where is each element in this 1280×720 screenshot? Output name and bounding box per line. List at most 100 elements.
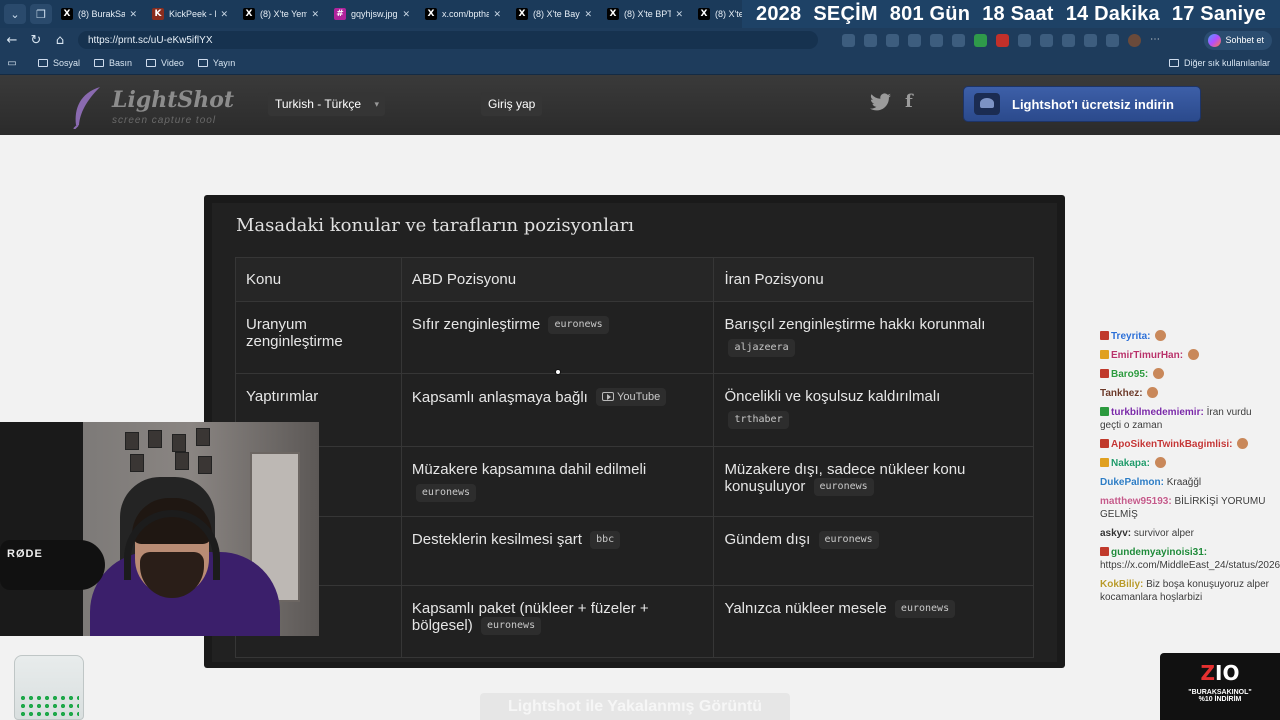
chat-username[interactable]: Tankhez: bbox=[1100, 388, 1143, 399]
source-tag[interactable]: euronews bbox=[818, 531, 879, 549]
tab-title: (8) BurakSakino bbox=[78, 9, 126, 19]
chat-username[interactable]: EmirTimurHan: bbox=[1111, 350, 1183, 361]
split-screen-icon[interactable] bbox=[1040, 33, 1053, 47]
topic-text: Yaptırımlar bbox=[246, 388, 319, 405]
source-tag[interactable]: bbc bbox=[590, 531, 621, 549]
chat-username[interactable]: Baro95: bbox=[1111, 369, 1148, 380]
extension-icon[interactable] bbox=[996, 33, 1009, 47]
browser-tab[interactable]: X (8) X'te Bayrak ✕ bbox=[510, 3, 598, 25]
table-row: FormatıKapsamlı paket (nükleer + füzeler… bbox=[235, 585, 1034, 658]
bookmark-folder-video[interactable]: Video bbox=[146, 58, 184, 68]
browser-tab[interactable]: X (8) X'te BPT: "B✕ bbox=[601, 3, 689, 25]
close-tab-icon[interactable]: ✕ bbox=[220, 9, 228, 20]
cell-iran: Öncelikli ve koşulsuz kaldırılmalı trthab… bbox=[713, 373, 1034, 447]
source-tag[interactable]: trthaber bbox=[728, 411, 789, 429]
extension-icon[interactable] bbox=[842, 33, 855, 47]
bookmarks-bar: ▭ Sosyal Basın Video Yayın Diğer sık kul… bbox=[0, 52, 1280, 75]
extension-icon[interactable] bbox=[930, 33, 943, 47]
tab-favicon-icon: X bbox=[516, 8, 528, 20]
twitter-icon[interactable] bbox=[870, 93, 892, 111]
browser-tab[interactable]: X (8) X'te Yemek✕ bbox=[237, 3, 325, 25]
bookmarks-menu-icon[interactable]: ▭ bbox=[0, 58, 24, 69]
source-tag[interactable]: euronews bbox=[548, 316, 609, 334]
usa-text: Müzakere kapsamına dahil edilmeli bbox=[411, 461, 647, 478]
collections-icon[interactable] bbox=[1106, 33, 1119, 47]
play-icon bbox=[602, 392, 614, 401]
chat-username[interactable]: Nakapa: bbox=[1111, 458, 1150, 469]
zoom-icon[interactable] bbox=[864, 33, 877, 47]
source-tag[interactable]: euronews bbox=[894, 600, 956, 618]
source-label: YouTube bbox=[617, 391, 661, 403]
back-icon[interactable]: ← bbox=[0, 33, 24, 48]
favorites-icon[interactable] bbox=[1062, 33, 1075, 47]
home-icon[interactable]: ⌂ bbox=[48, 33, 72, 48]
captured-image[interactable]: Masadaki konular ve tarafların pozisyonl… bbox=[204, 195, 1065, 668]
source-label: euronews bbox=[824, 534, 873, 545]
source-tag[interactable]: YouTube bbox=[596, 388, 667, 406]
chat-username[interactable]: DukePalmon: bbox=[1100, 477, 1164, 488]
source-tag[interactable]: euronews bbox=[813, 478, 874, 496]
url-input[interactable]: https://prnt.sc/uU-eKw5iflYX bbox=[78, 31, 818, 49]
source-tag[interactable]: euronews bbox=[415, 484, 477, 502]
workspaces-icon[interactable]: ❐ bbox=[30, 4, 52, 24]
source-tag[interactable]: euronews bbox=[480, 617, 542, 635]
tab-actions-menu-icon[interactable]: ⌄ bbox=[4, 4, 26, 24]
lightshot-logo[interactable]: LightShot screen capture tool bbox=[70, 83, 234, 129]
browser-essentials-icon[interactable] bbox=[1084, 33, 1097, 47]
browser-tab[interactable]: Xx.com/bpthabe✕ bbox=[419, 3, 507, 25]
source-label: euronews bbox=[421, 487, 471, 498]
close-tab-icon[interactable]: ✕ bbox=[311, 9, 319, 20]
read-aloud-icon[interactable] bbox=[886, 33, 899, 47]
cell-topic: Uranyum zenginleştirme bbox=[235, 301, 402, 374]
close-tab-icon[interactable]: ✕ bbox=[493, 9, 501, 20]
other-favorites[interactable]: Diğer sık kullanılanlar bbox=[1168, 58, 1270, 68]
countdown-hours: 18 Saat bbox=[982, 2, 1054, 25]
close-tab-icon[interactable]: ✕ bbox=[584, 9, 592, 20]
more-menu-icon[interactable]: ⋯ bbox=[1150, 34, 1163, 47]
chat-username[interactable]: Treyrita: bbox=[1111, 331, 1150, 342]
close-tab-icon[interactable]: ✕ bbox=[402, 9, 410, 20]
bookmark-folder-yayin[interactable]: Yayın bbox=[197, 58, 235, 68]
browser-tab[interactable]: X (8) BurakSakino✕ bbox=[55, 3, 143, 25]
chat-message: Tankhez: bbox=[1100, 387, 1275, 400]
chat-username[interactable]: turkbilmedemiemir: bbox=[1111, 407, 1204, 418]
tab-title: (8) X'te Yemek bbox=[260, 9, 308, 19]
bookmark-folder-basin[interactable]: Basın bbox=[94, 58, 132, 68]
wall-photo bbox=[172, 434, 186, 452]
cell-usa: Kapsamlı anlaşmaya bağlı YouTube bbox=[400, 373, 715, 447]
chat-message: KokBiliy: Biz boşa konuşuyoruz alper koc… bbox=[1100, 578, 1275, 604]
browser-tab[interactable]: K KickPeek - Real ✕ bbox=[146, 3, 234, 25]
folder-icon bbox=[197, 59, 208, 67]
language-select[interactable]: Turkish - Türkçe ▾ bbox=[268, 92, 386, 116]
iran-text: Yalnızca nükleer mesele bbox=[724, 600, 887, 617]
profile-avatar[interactable] bbox=[1128, 33, 1141, 47]
topic-text: Uranyum zenginleştirme bbox=[246, 316, 343, 350]
refresh-icon[interactable]: ↻ bbox=[24, 33, 48, 48]
login-button[interactable]: Giriş yap bbox=[481, 92, 543, 116]
bookmark-folder-sosyal[interactable]: Sosyal bbox=[38, 58, 80, 68]
language-value: Turkish - Türkçe bbox=[275, 97, 362, 111]
chat-message: Treyrita: bbox=[1100, 330, 1275, 343]
chat-username[interactable]: KokBiliy: bbox=[1100, 579, 1143, 590]
chat-username[interactable]: gundemyayinoisi31: bbox=[1111, 547, 1207, 558]
extension-icon[interactable] bbox=[952, 33, 965, 47]
chat-username[interactable]: ApoSikenTwinkBagimlisi: bbox=[1111, 439, 1233, 450]
browser-tab[interactable]: # gqyhjsw.jpg - Li ✕ bbox=[328, 3, 416, 25]
extension-icon[interactable] bbox=[974, 33, 987, 47]
table-title: Masadaki konular ve tarafların pozisyonl… bbox=[236, 215, 635, 236]
source-tag[interactable]: aljazeera bbox=[728, 339, 795, 357]
positions-table: Konu ABD Pozisyonu İran Pozisyonu Uranyu… bbox=[235, 257, 1034, 658]
extensions-puzzle-icon[interactable] bbox=[1018, 33, 1031, 47]
download-lightshot-button[interactable]: Lightshot'ı ücretsiz indirin bbox=[963, 86, 1201, 122]
header-topic: Konu bbox=[235, 257, 402, 302]
close-tab-icon[interactable]: ✕ bbox=[675, 9, 683, 20]
emote-icon bbox=[1155, 330, 1167, 341]
chat-username[interactable]: matthew95193: bbox=[1100, 496, 1172, 507]
chat-username[interactable]: askyv: bbox=[1100, 528, 1131, 539]
badge-icon bbox=[1100, 369, 1109, 378]
facebook-icon[interactable]: f bbox=[905, 91, 913, 112]
copilot-chat-button[interactable]: Sohbet et bbox=[1204, 30, 1272, 50]
cell-usa: Müzakere kapsamına dahil edilmeli euronew… bbox=[400, 446, 715, 517]
favorite-star-icon[interactable] bbox=[908, 33, 921, 47]
close-tab-icon[interactable]: ✕ bbox=[129, 9, 137, 20]
